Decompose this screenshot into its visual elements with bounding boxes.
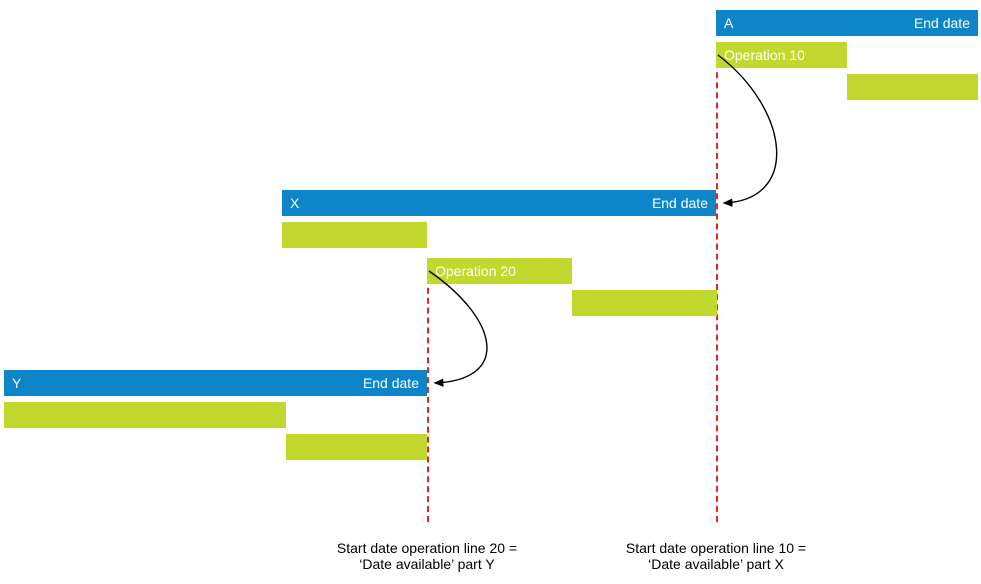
vline-op20: [427, 258, 429, 522]
caption-op20: Start date operation line 20 = ‘Date ava…: [337, 540, 517, 572]
y-bar-1: [4, 402, 286, 428]
a-op10-label: Operation 10: [724, 47, 805, 63]
y-bar-2: [286, 434, 427, 460]
caption-op10: Start date operation line 10 = ‘Date ava…: [626, 540, 806, 572]
a-header-end: End date: [914, 10, 970, 36]
x-op20-bar: Operation 20: [427, 258, 572, 284]
caption-op10-line2: ‘Date available’ part X: [626, 556, 806, 572]
x-bar-1: [282, 222, 427, 248]
a-op10-bar: Operation 10: [716, 42, 847, 68]
arrow-x-to-y: [0, 0, 981, 584]
vline-op10: [716, 42, 718, 522]
a-header-label: A: [724, 10, 733, 36]
a-header-bar: A End date: [716, 10, 978, 36]
y-header-bar: Y End date: [4, 370, 427, 396]
caption-op10-line1: Start date operation line 10 =: [626, 540, 806, 556]
x-header-label: X: [290, 190, 299, 216]
x-header-bar: X End date: [282, 190, 716, 216]
x-bar-3: [572, 290, 717, 316]
x-op20-label: Operation 20: [435, 263, 516, 279]
y-header-label: Y: [12, 370, 21, 396]
caption-op20-line1: Start date operation line 20 =: [337, 540, 517, 556]
y-header-end: End date: [363, 370, 419, 396]
arrow-a-to-x: [0, 0, 981, 584]
x-header-end: End date: [652, 190, 708, 216]
caption-op20-line2: ‘Date available’ part Y: [337, 556, 517, 572]
a-bar-2: [847, 74, 978, 100]
